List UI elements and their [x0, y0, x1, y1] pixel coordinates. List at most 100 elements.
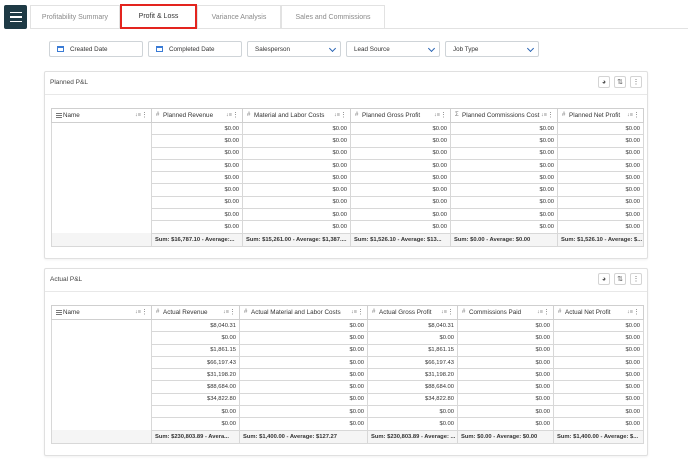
value-cell: $0.00 [450, 183, 558, 197]
value-cell: $0.00 [151, 220, 243, 234]
completed-date-filter[interactable]: Completed Date [148, 41, 242, 57]
value-cell: $0.00 [242, 146, 351, 160]
value-cell: $31,198.20 [367, 368, 458, 382]
name-cell [51, 356, 152, 369]
column-header-actual-gross-profit[interactable]: # Actual Gross Profit ↓≡ ⋮ [367, 305, 458, 320]
value-cell: $0.00 [239, 318, 368, 333]
value-cell: $0.00 [350, 195, 451, 210]
tab-sales-and-commissions[interactable]: Sales and Commissions [281, 5, 385, 28]
eye-icon[interactable]: ◕ [598, 76, 610, 88]
hash-icon: # [244, 309, 248, 315]
value-cell: $0.00 [151, 405, 240, 419]
column-menu-icon[interactable]: ⋮ [543, 308, 550, 316]
table-row[interactable]: $1,861.15 $0.00 $1,861.15 $0.00 $0.00 [51, 343, 644, 357]
summary-cell: Sum: $230,803.89 - Avera... [151, 429, 240, 444]
value-cell: $0.00 [557, 220, 644, 234]
value-cell: $0.00 [239, 417, 368, 431]
column-header-label: Actual Revenue [163, 309, 208, 316]
table-row[interactable]: $0.00 $0.00 $0.00 $0.00 $0.00 [51, 405, 644, 419]
column-menu-icon[interactable]: ⋮ [447, 308, 454, 316]
hamburger-menu-button[interactable] [4, 5, 27, 29]
column-header-planned-gross-profit[interactable]: # Planned Gross Profit ↓≡ ⋮ [350, 108, 451, 123]
created-date-filter[interactable]: Created Date [49, 41, 143, 57]
planned-pl-title: Planned P&L [50, 79, 88, 86]
value-cell: $0.00 [553, 380, 644, 394]
table-row[interactable]: $0.00 $0.00 $0.00 $0.00 $0.00 [51, 134, 644, 148]
hash-icon: # [462, 309, 466, 315]
column-header-planned-revenue[interactable]: # Planned Revenue ↓≡ ⋮ [151, 108, 243, 123]
column-menu-icon[interactable]: ⋮ [547, 111, 554, 119]
summary-cell: Sum: $15,261.00 - Average: $1,387.... [242, 232, 351, 247]
value-cell: $1,861.15 [367, 343, 458, 357]
value-cell: $0.00 [457, 392, 554, 407]
kebab-menu-icon[interactable]: ⋮ [630, 76, 642, 88]
column-header-actual-revenue[interactable]: # Actual Revenue ↓≡ ⋮ [151, 305, 240, 320]
column-header-name[interactable]: Name ↓≡ ⋮ [51, 305, 152, 320]
table-row[interactable]: $0.00 $0.00 $0.00 $0.00 $0.00 [51, 417, 644, 431]
value-cell: $0.00 [242, 134, 351, 148]
name-cell [51, 380, 152, 394]
column-menu-icon[interactable]: ⋮ [633, 308, 640, 316]
swap-vertical-icon[interactable]: ⇅ [614, 273, 626, 285]
column-menu-icon[interactable]: ⋮ [141, 308, 148, 316]
tab-profit-and-loss[interactable]: Profit & Loss [120, 4, 197, 29]
column-header-actual-material-and-labor-costs[interactable]: # Actual Material and Labor Costs ↓≡ ⋮ [239, 305, 368, 320]
value-cell: $0.00 [151, 195, 243, 210]
column-menu-icon[interactable]: ⋮ [357, 308, 364, 316]
column-menu-icon[interactable]: ⋮ [141, 111, 148, 119]
value-cell: $88,684.00 [367, 380, 458, 394]
value-cell: $0.00 [350, 183, 451, 197]
column-header-label: Actual Material and Labor Costs [251, 309, 341, 316]
value-cell: $0.00 [350, 171, 451, 185]
column-menu-icon[interactable]: ⋮ [232, 111, 239, 119]
value-cell: $66,197.43 [367, 355, 458, 370]
column-header-name[interactable]: Name ↓≡ ⋮ [51, 108, 152, 123]
table-row[interactable]: $0.00 $0.00 $0.00 $0.00 $0.00 [51, 208, 644, 222]
table-row[interactable]: $0.00 $0.00 $0.00 $0.00 $0.00 [51, 331, 644, 345]
value-cell: $0.00 [350, 134, 451, 148]
value-cell: $0.00 [557, 121, 644, 136]
value-cell: $0.00 [350, 146, 451, 160]
column-menu-icon[interactable]: ⋮ [229, 308, 236, 316]
table-row[interactable]: $66,197.43 $0.00 $66,197.43 $0.00 $0.00 [51, 355, 644, 370]
table-row[interactable]: $0.00 $0.00 $0.00 $0.00 $0.00 [51, 183, 644, 197]
table-row[interactable]: $8,040.31 $0.00 $8,040.31 $0.00 $0.00 [51, 318, 644, 333]
column-header-planned-net-profit[interactable]: # Planned Net Profit ↓≡ ⋮ [557, 108, 644, 123]
column-header-label: Commissions Paid [469, 309, 522, 316]
value-cell: $0.00 [151, 331, 240, 345]
value-cell: $8,040.31 [367, 318, 458, 333]
table-row[interactable]: $0.00 $0.00 $0.00 $0.00 $0.00 [51, 195, 644, 210]
salesperson-select[interactable]: Salesperson [247, 41, 341, 57]
kebab-menu-icon[interactable]: ⋮ [630, 273, 642, 285]
column-menu-icon[interactable]: ⋮ [340, 111, 347, 119]
table-row[interactable]: $0.00 $0.00 $0.00 $0.00 $0.00 [51, 220, 644, 234]
column-menu-icon[interactable]: ⋮ [633, 111, 640, 119]
value-cell: $0.00 [242, 208, 351, 222]
value-cell: $0.00 [151, 121, 243, 136]
job-type-select[interactable]: Job Type [445, 41, 539, 57]
tab-variance-analysis[interactable]: Variance Analysis [197, 5, 281, 28]
table-row[interactable]: $0.00 $0.00 $0.00 $0.00 $0.00 [51, 158, 644, 173]
eye-icon[interactable]: ◕ [598, 273, 610, 285]
value-cell: $0.00 [553, 417, 644, 431]
table-row[interactable]: $0.00 $0.00 $0.00 $0.00 $0.00 [51, 146, 644, 160]
table-row[interactable]: $0.00 $0.00 $0.00 $0.00 $0.00 [51, 121, 644, 136]
value-cell: $0.00 [457, 343, 554, 357]
column-header-commissions-paid[interactable]: # Commissions Paid ↓≡ ⋮ [457, 305, 554, 320]
lead-source-select[interactable]: Lead Source [346, 41, 440, 57]
table-row[interactable]: $0.00 $0.00 $0.00 $0.00 $0.00 [51, 171, 644, 185]
tab-profitability-summary[interactable]: Profitability Summary [30, 5, 120, 28]
column-header-material-and-labor-costs[interactable]: # Material and Labor Costs ↓≡ ⋮ [242, 108, 351, 123]
value-cell: $34,822.80 [367, 392, 458, 407]
swap-vertical-icon[interactable]: ⇅ [614, 76, 626, 88]
table-row[interactable]: $31,198.20 $0.00 $31,198.20 $0.00 $0.00 [51, 368, 644, 382]
table-row[interactable]: $34,822.80 $0.00 $34,822.80 $0.00 $0.00 [51, 392, 644, 407]
column-menu-icon[interactable]: ⋮ [440, 111, 447, 119]
summary-cell: Sum: $1,526.10 - Average: $13... [350, 232, 451, 247]
value-cell: $0.00 [457, 355, 554, 370]
table-row[interactable]: $88,684.00 $0.00 $88,684.00 $0.00 $0.00 [51, 380, 644, 394]
column-header-actual-net-profit[interactable]: # Actual Net Profit ↓≡ ⋮ [553, 305, 644, 320]
column-header-label: Actual Net Profit [565, 309, 611, 316]
name-cell [51, 417, 152, 431]
column-header-planned-commissions-cost[interactable]: Σ Planned Commissions Cost ↓≡ ⋮ [450, 108, 558, 123]
